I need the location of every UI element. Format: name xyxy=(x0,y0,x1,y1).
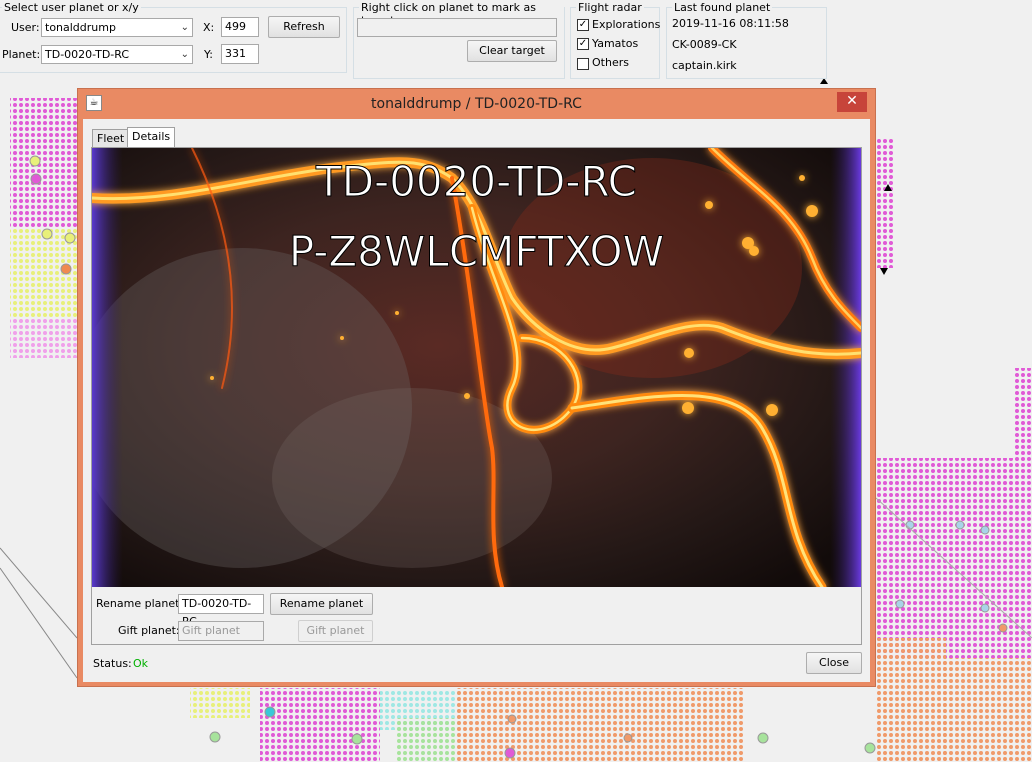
map-node[interactable] xyxy=(757,732,769,744)
planet-details-dialog: ☕ tonalddrump / TD-0020-TD-RC ✕ Fleet De… xyxy=(77,88,876,687)
dialog-titlebar[interactable]: ☕ tonalddrump / TD-0020-TD-RC ✕ xyxy=(78,89,875,118)
x-coordinate-field[interactable]: 499 xyxy=(221,17,259,37)
planet-label: Planet: xyxy=(2,48,41,61)
map-node[interactable] xyxy=(264,706,276,718)
last-found-owner: captain.kirk xyxy=(672,59,737,72)
map-region xyxy=(190,688,250,718)
map-node[interactable] xyxy=(30,173,42,185)
clear-target-button[interactable]: Clear target xyxy=(467,40,557,62)
planet-image: TD-0020-TD-RC P-Z8WLCMFTXOW xyxy=(92,148,861,587)
map-region xyxy=(876,638,946,762)
fleet-marker-icon[interactable] xyxy=(880,268,888,275)
map-node[interactable] xyxy=(29,155,41,167)
map-region xyxy=(10,98,78,228)
others-checkbox[interactable] xyxy=(577,58,589,70)
map-node[interactable] xyxy=(864,742,876,754)
rename-planet-input[interactable]: TD-0020-TD-RC xyxy=(178,594,264,628)
map-node[interactable] xyxy=(64,232,76,244)
last-found-group: Last found planet 2019-11-16 08:11:58 CK… xyxy=(666,1,827,79)
rename-planet-label: Rename planet: xyxy=(96,597,184,610)
y-label: Y: xyxy=(204,48,213,61)
y-coordinate-field[interactable]: 331 xyxy=(221,44,259,64)
map-node[interactable] xyxy=(507,714,517,724)
map-node[interactable] xyxy=(41,228,53,240)
map-region xyxy=(876,458,1032,658)
map-region xyxy=(876,138,894,268)
map-node[interactable] xyxy=(623,733,633,743)
map-region xyxy=(395,718,455,762)
target-group: Right click on planet to mark as target … xyxy=(353,1,565,79)
tab-fleet[interactable]: Fleet xyxy=(92,129,130,147)
gift-planet-input: Gift planet xyxy=(178,621,264,641)
select-planet-group: Select user planet or x/y User: tonalddr… xyxy=(0,1,347,73)
explorations-checkbox[interactable]: ✓ xyxy=(577,19,589,31)
chevron-down-icon: ⌄ xyxy=(180,22,189,33)
map-node[interactable] xyxy=(955,520,965,530)
dialog-client-area: Fleet Details TD-0020-TD-RC P-Z8WLCMFTXO… xyxy=(83,119,870,682)
gift-planet-button: Gift planet xyxy=(298,620,373,642)
status-label: Status: xyxy=(93,657,132,670)
map-node[interactable] xyxy=(980,525,990,535)
flight-radar-group: Flight radar ✓ Explorations ✓ Yamatos Ot… xyxy=(570,1,660,79)
last-found-group-title: Last found planet xyxy=(672,1,773,14)
chevron-down-icon: ⌄ xyxy=(180,49,189,60)
last-found-timestamp: 2019-11-16 08:11:58 xyxy=(672,17,789,30)
x-label: X: xyxy=(203,21,215,34)
map-node[interactable] xyxy=(895,599,905,609)
rename-planet-button[interactable]: Rename planet xyxy=(270,593,373,615)
user-combobox-value: tonalddrump xyxy=(45,21,116,34)
planet-image-title: TD-0020-TD-RC xyxy=(315,157,637,206)
route-line xyxy=(0,567,78,679)
last-found-planet: CK-0089-CK xyxy=(672,38,737,51)
map-node[interactable] xyxy=(998,623,1008,633)
planet-combobox[interactable]: TD-0020-TD-RC ⌄ xyxy=(41,45,193,64)
map-node[interactable] xyxy=(504,747,516,759)
yamatos-checkbox[interactable]: ✓ xyxy=(577,38,589,50)
map-region xyxy=(10,318,78,358)
map-node[interactable] xyxy=(980,603,990,613)
planet-image-code: P-Z8WLCMFTXOW xyxy=(289,227,664,276)
map-node[interactable] xyxy=(905,520,915,530)
select-planet-group-title: Select user planet or x/y xyxy=(2,1,141,14)
map-region xyxy=(455,688,745,762)
others-label[interactable]: Others xyxy=(592,56,629,69)
target-field[interactable] xyxy=(357,18,557,37)
close-button[interactable]: Close xyxy=(806,652,862,674)
yamatos-label[interactable]: Yamatos xyxy=(592,37,638,50)
user-label: User: xyxy=(11,21,40,34)
dialog-title: tonalddrump / TD-0020-TD-RC xyxy=(371,96,582,112)
map-node[interactable] xyxy=(209,731,221,743)
details-panel: TD-0020-TD-RC P-Z8WLCMFTXOW Rename plane… xyxy=(91,147,862,645)
planet-combobox-value: TD-0020-TD-RC xyxy=(45,48,130,61)
user-combobox[interactable]: tonalddrump ⌄ xyxy=(41,18,193,37)
status-value: Ok xyxy=(133,657,149,670)
map-node[interactable] xyxy=(351,733,363,745)
map-region xyxy=(940,658,1032,762)
refresh-button[interactable]: Refresh xyxy=(268,16,340,38)
map-region xyxy=(1015,368,1032,458)
map-region xyxy=(260,688,380,762)
map-node[interactable] xyxy=(60,263,72,275)
tab-details[interactable]: Details xyxy=(127,127,176,147)
gift-planet-label: Gift planet: xyxy=(118,624,180,637)
close-icon[interactable]: ✕ xyxy=(837,92,867,112)
route-line xyxy=(0,547,78,639)
explorations-label[interactable]: Explorations xyxy=(592,18,660,31)
flight-radar-group-title: Flight radar xyxy=(576,1,644,14)
